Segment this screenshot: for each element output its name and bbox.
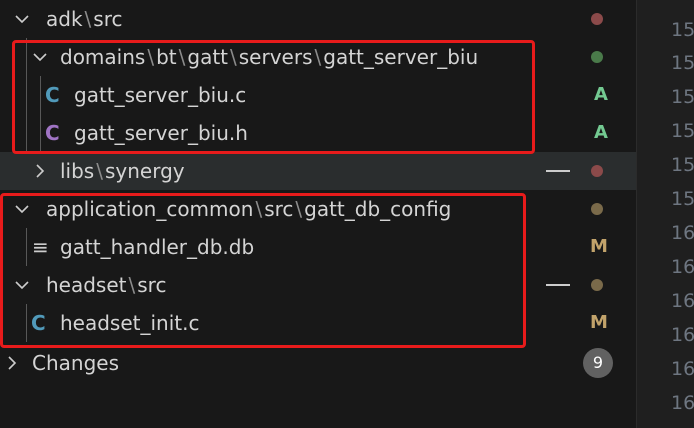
folder-label: adk \ src [46, 7, 123, 31]
status-dot [591, 203, 603, 215]
discard-changes-icon[interactable] [546, 284, 570, 286]
highlight-box [12, 40, 535, 154]
chevron-down-icon[interactable] [12, 9, 32, 29]
line-number: 16 [671, 392, 694, 414]
git-status-badge: M [590, 312, 608, 333]
discard-changes-icon[interactable] [546, 170, 570, 172]
changes-section-header[interactable]: Changes [0, 344, 636, 382]
changes-count-badge: 9 [583, 348, 613, 378]
chevron-right-icon[interactable] [30, 161, 50, 181]
line-number: 16 [671, 324, 694, 346]
line-number: 15 [671, 154, 694, 176]
git-status-badge: M [590, 236, 608, 257]
line-number: 16 [671, 256, 694, 278]
folder-label: libs \ synergy [60, 159, 185, 183]
status-dot [591, 165, 603, 177]
highlight-box [0, 193, 526, 348]
chevron-right-icon[interactable] [2, 353, 22, 373]
line-number: 15 [671, 86, 694, 108]
git-status-badge: A [594, 122, 608, 143]
line-number: 15 [671, 188, 694, 210]
line-number: 16 [671, 290, 694, 312]
folder-row-adk-src[interactable]: adk \ src [0, 0, 636, 38]
section-label: Changes [32, 351, 119, 375]
line-number: 15 [671, 120, 694, 142]
line-number: 16 [671, 358, 694, 380]
source-control-tree: adk \ src domains \ bt \ gatt \ servers \ gatt_ser… [0, 0, 636, 428]
status-dot [591, 279, 603, 291]
line-number: 16 [671, 222, 694, 244]
folder-row-libs-synergy[interactable]: libs \ synergy [0, 152, 636, 190]
status-dot [591, 51, 603, 63]
line-number: 15 [671, 52, 694, 74]
git-status-badge: A [594, 84, 608, 105]
status-dot [591, 13, 603, 25]
editor-line-gutter: 15 15 15 15 15 15 16 16 16 16 16 16 [636, 0, 694, 428]
